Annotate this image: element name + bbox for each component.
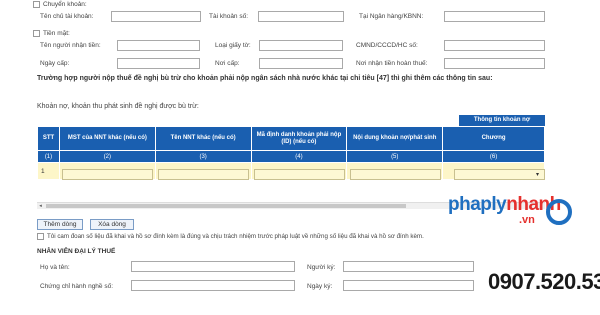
id-number-input[interactable] (444, 40, 545, 51)
debt-label: Khoản nợ, khoản thu phát sinh đề nghị đư… (37, 103, 199, 110)
transfer-checkbox[interactable] (33, 1, 40, 8)
table-index: (6) (442, 150, 545, 163)
issue-place-label: Nơi cấp: (215, 60, 240, 67)
id-number-label: CMND/CCCD/HC số: (356, 42, 418, 49)
table-header-stt: STT (37, 126, 60, 151)
chevron-down-icon[interactable]: ▾ (536, 171, 539, 178)
table-index: (2) (58, 150, 156, 163)
cert-input[interactable] (131, 280, 295, 291)
scroll-left-icon[interactable]: ◂ (37, 203, 44, 209)
account-holder-input[interactable] (111, 11, 201, 22)
recipient-input[interactable] (117, 40, 200, 51)
bank-label: Tại Ngân hàng/KBNN: (359, 13, 424, 20)
issue-date-input[interactable] (117, 58, 200, 69)
table-index: (5) (346, 150, 444, 163)
table-header-mst: MST của NNT khác (nếu có) (58, 126, 156, 151)
sign-date-input[interactable] (343, 280, 474, 291)
scrollbar-thumb[interactable] (46, 204, 406, 208)
commit-text: Tôi cam đoan số liệu đã khai và hồ sơ đí… (47, 233, 424, 240)
agent-name-input[interactable] (131, 261, 295, 272)
row-stt: 1 (37, 162, 60, 180)
agent-name-label: Họ và tên: (40, 264, 70, 271)
name-input[interactable] (158, 169, 249, 180)
gear-icon (546, 199, 572, 225)
table-index: (4) (250, 150, 348, 163)
cash-label: Tiền mặt: (43, 30, 70, 37)
refund-place-input[interactable] (444, 58, 545, 69)
chapter-select[interactable] (454, 169, 545, 180)
agent-section-title: NHÂN VIÊN ĐẠI LÝ THUẾ (37, 248, 116, 255)
table-index: (3) (154, 150, 252, 163)
id-input[interactable] (254, 169, 345, 180)
add-row-button[interactable]: Thêm dòng (37, 219, 83, 230)
issue-place-input[interactable] (259, 58, 343, 69)
table-header-name: Tên NNT khác (nếu có) (154, 126, 252, 151)
commit-checkbox[interactable] (37, 233, 44, 240)
id-type-label: Loại giấy tờ: (215, 42, 251, 49)
table-header-content: Nội dung khoản nợ/phát sinh (346, 126, 444, 151)
cash-checkbox[interactable] (33, 30, 40, 37)
table-header-chapter: Chương (442, 126, 545, 151)
refund-place-label: Nơi nhận tiền hoàn thuế: (356, 60, 428, 67)
table-index: (1) (37, 150, 60, 163)
mst-input[interactable] (62, 169, 153, 180)
issue-date-label: Ngày cấp: (40, 60, 70, 67)
account-number-input[interactable] (258, 11, 344, 22)
table-header-id: Mã định danh khoản phải nộp (ID) (nếu có… (250, 126, 348, 151)
brand-suffix: .vn (519, 214, 535, 226)
offset-notice: Trường hợp người nộp thuế đề nghị bù trừ… (37, 75, 493, 82)
sign-date-label: Ngày ký: (307, 283, 333, 290)
debt-info-header: Thông tin khoản nợ (459, 115, 545, 126)
account-holder-label: Tên chủ tài khoản: (40, 13, 94, 20)
signer-input[interactable] (343, 261, 474, 272)
cert-label: Chứng chỉ hành nghề số: (40, 283, 114, 290)
transfer-label: Chuyển khoản: (43, 1, 87, 8)
content-input[interactable] (350, 169, 441, 180)
bank-input[interactable] (444, 11, 545, 22)
delete-row-button[interactable]: Xóa dòng (90, 219, 134, 230)
brand-part1: phaply (448, 194, 507, 215)
brand-logo: phaplynhanh (448, 194, 561, 216)
brand-phone: 0907.520.537 (488, 269, 600, 294)
account-number-label: Tài khoản số: (209, 13, 249, 20)
signer-label: Người ký: (307, 264, 336, 271)
recipient-label: Tên người nhận tiền: (40, 42, 101, 49)
id-type-select[interactable] (259, 40, 343, 51)
